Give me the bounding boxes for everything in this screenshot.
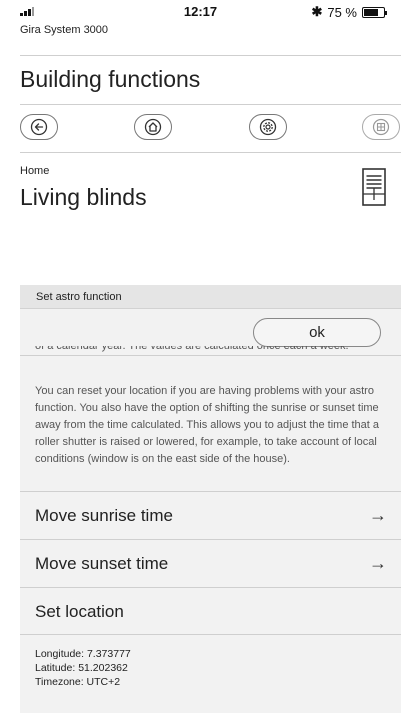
divider — [20, 152, 401, 153]
panel-title: Set astro function — [36, 291, 122, 303]
ok-button[interactable]: ok — [253, 318, 381, 347]
settings-gear-icon — [259, 118, 277, 136]
location-info: Longitude: 7.373777 Latitude: 51.202362 … — [35, 647, 131, 689]
move-sunrise-row[interactable]: Move sunrise time → — [20, 492, 401, 539]
section-title: Building functions — [20, 66, 201, 92]
settings-button[interactable] — [249, 114, 287, 140]
grid-button[interactable] — [362, 114, 400, 140]
breadcrumb[interactable]: Home — [20, 165, 49, 177]
arrow-right-icon: → — [369, 553, 387, 573]
move-sunrise-label: Move sunrise time — [35, 506, 173, 525]
divider — [20, 104, 401, 105]
astro-description: You can reset your location if you are h… — [35, 385, 380, 465]
move-sunset-row[interactable]: Move sunset time → — [20, 540, 401, 587]
battery-percentage: 75 % — [327, 4, 357, 20]
status-bar: 12:17 ✱ 75 % — [0, 0, 401, 22]
timezone-text: Timezone: UTC+2 — [35, 676, 121, 688]
page-title: Living blinds — [20, 184, 147, 210]
app-name: Gira System 3000 — [20, 24, 109, 36]
grid-icon — [372, 118, 390, 136]
move-sunset-label: Move sunset time — [35, 554, 169, 573]
longitude-text: Longitude: 7.373777 — [35, 648, 131, 660]
back-arrow-icon — [30, 118, 48, 136]
set-location-row[interactable]: Set location — [20, 588, 401, 635]
scrolled-text: of a calendar year. The values are calcu… — [35, 346, 349, 352]
set-location-label: Set location — [35, 602, 124, 621]
home-icon — [144, 118, 162, 136]
arrow-right-icon: → — [369, 505, 387, 525]
divider — [20, 634, 401, 635]
bluetooth-icon: ✱ — [311, 4, 323, 19]
astro-function-panel: Set astro function ok of a calendar year… — [20, 285, 401, 713]
blind-icon — [362, 168, 386, 206]
battery-icon — [362, 6, 387, 18]
panel-header: Set astro function — [20, 285, 401, 309]
home-button[interactable] — [134, 114, 172, 140]
back-button[interactable] — [20, 114, 58, 140]
latitude-text: Latitude: 51.202362 — [35, 662, 128, 674]
divider — [20, 55, 401, 56]
